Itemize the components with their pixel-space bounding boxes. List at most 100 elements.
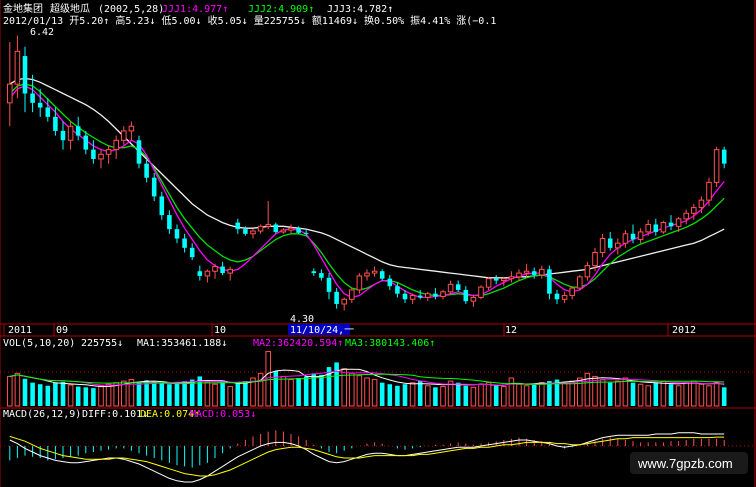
volume-bar-down [531,384,537,406]
volume-bar-up [599,379,606,407]
volume-bar-up [706,385,712,407]
candle-body-down [463,289,469,302]
candle-body-down [387,278,393,287]
candle-body-up [569,287,575,297]
candle-body-down [53,116,58,131]
volume-bar-up [569,380,575,407]
macd-diff: DIFF:0.101↓ [82,409,148,420]
candle-body-down [630,233,636,240]
candle-body-up [675,218,682,227]
volume-bar-down [417,381,423,406]
volume-bar-up [523,385,530,407]
x-label-10: 10 [214,325,226,336]
volume-bar-up [67,384,74,407]
candle-body-up [7,83,13,104]
candle-body-up [706,181,712,201]
volume-bar-down [22,378,28,406]
volume-bar-down [721,387,727,406]
volume-bar-down [167,384,172,406]
candle-body-up [615,242,621,249]
candle-body-up [14,50,21,85]
candle-body-up [539,268,545,276]
volume-bar-down [60,381,66,406]
candle-body-down [60,130,66,141]
macd-series [9,430,725,483]
candle-body-down [296,228,301,233]
candle-body-up [227,268,233,274]
candle-body-up [67,125,74,141]
candle-body-up [485,278,492,288]
candle-body-up [280,229,287,233]
volume-bar-up [341,368,347,407]
volume-bar-up [637,383,644,407]
candle-body-up [501,278,507,282]
volume-bar-up [227,386,233,407]
quote-info-line: 2012/01/13 开5.20↑ 高5.23↓ 低5.00↓ 收5.05↓ 量… [3,14,496,27]
candle-body-up [470,296,477,302]
volume-bar-up [516,383,522,407]
candle-body-up [637,231,644,240]
candle-body-up [121,130,127,141]
stock-chart: 金地集团 超级地瓜 (2002,5,28) JJJ1:4.977↑ JJJ2:4… [0,0,756,487]
candle-body-up [599,237,606,254]
candle-body-up [523,270,530,274]
stock-name: 金地集团 [3,2,43,15]
candle-body-up [516,272,522,278]
volume-bar-up [364,377,370,407]
volume-bar-down [220,381,225,406]
candle-body-up [98,153,104,160]
candle-body-down [220,266,225,274]
volume-bar-down [547,381,552,406]
candle-body-up [128,125,135,132]
candle-body-up [250,230,256,235]
candle-body-down [303,232,309,234]
volume-bar-down [136,382,142,406]
candle-body-down [182,238,187,248]
volume-bar-up [349,372,355,407]
volume-bar-up [409,382,416,407]
candle-body-down [493,278,499,281]
candle-body-up [356,275,363,291]
volume-bar-up [698,383,705,407]
volume-bar-up [660,380,667,407]
volume-bar-down [607,382,613,406]
candle-body-down [37,102,43,108]
volume-bar-up [7,375,13,407]
candle-body-down [433,293,438,297]
candle-body-down [547,269,552,294]
candle-body-down [402,293,408,300]
candle-body-up [212,266,218,272]
volume-bar-down [319,374,324,406]
candle-body-down [159,196,165,216]
candle-body-up [584,265,591,278]
volume-bar-up [280,375,287,407]
candle-body-down [668,222,674,227]
volume-bar-up [683,382,689,407]
volume-bar-down [182,381,187,406]
candle-body-down [379,271,385,279]
candle-body-up [713,149,720,183]
x-label-12: 12 [505,325,517,336]
volume-bar-up [212,383,218,407]
volume-bar-down [463,385,469,406]
candle-body-down [273,224,279,232]
volume-bar-down [296,378,301,406]
volume-bar-down [630,382,636,406]
volume-bar-up [425,385,431,407]
volume-bar-up [501,386,507,407]
volume-bar-down [151,381,157,406]
volume-bar-up [440,386,446,407]
watermark-text: www.7gpzb.com [637,456,733,471]
x-label-09: 09 [56,325,68,336]
candle-body-down [189,247,195,258]
candle-body-down [721,149,727,164]
volume-bar-up [539,382,545,407]
x-label-2012: 2012 [672,325,696,336]
candle-body-down [554,293,560,300]
candle-body-up [349,289,355,300]
candle-body-up [478,286,484,298]
volume-bar-down [91,388,96,406]
volume-bar-down [37,384,43,406]
volume-bar-up [622,377,629,407]
volume-bar-down [30,382,35,406]
